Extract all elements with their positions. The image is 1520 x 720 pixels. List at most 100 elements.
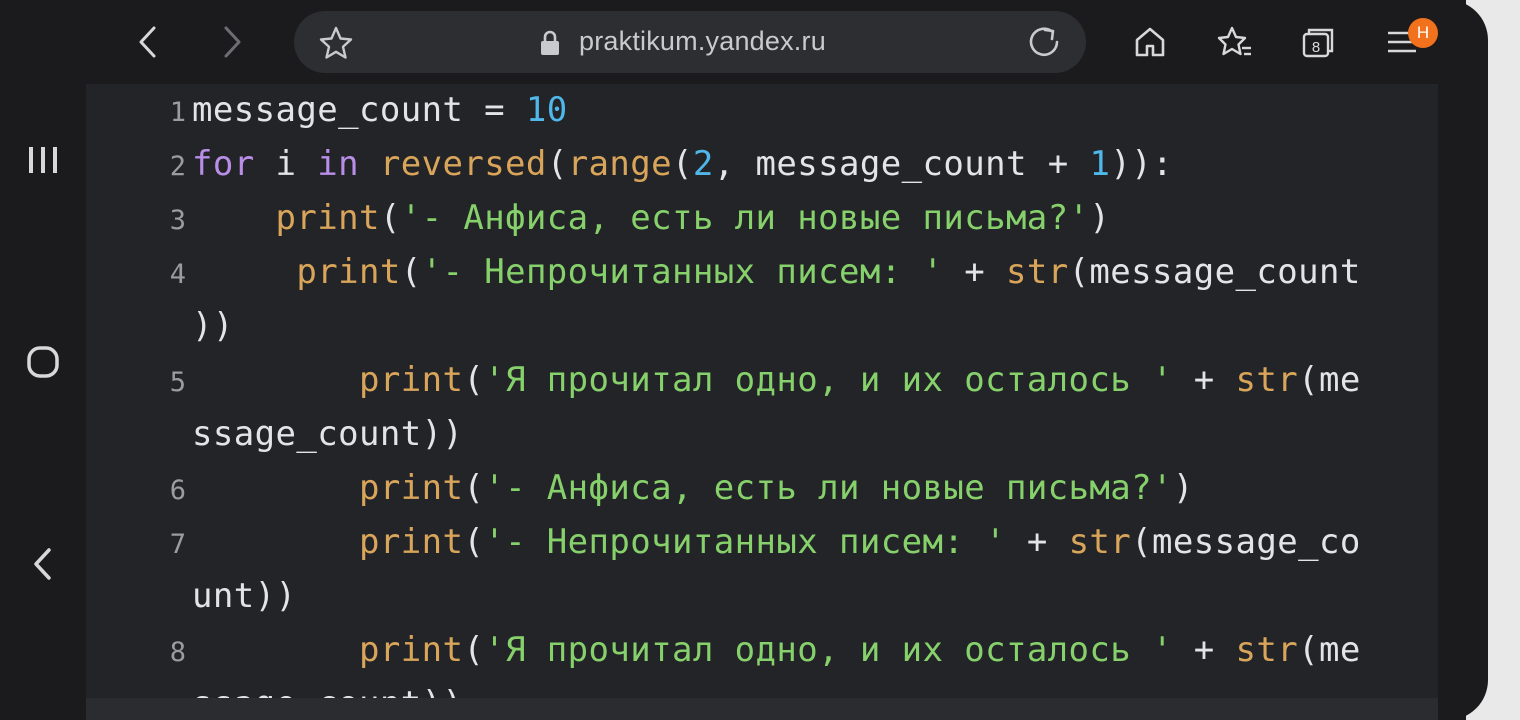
- code-token: +: [943, 252, 1006, 292]
- screen-corner: [1438, 0, 1488, 720]
- forward-button[interactable]: [212, 22, 252, 62]
- code-token: (: [463, 630, 485, 670]
- tabs-count: 8: [1312, 39, 1320, 56]
- code-token: (: [546, 144, 568, 184]
- chevron-left-icon: [139, 26, 156, 58]
- code-token: for: [192, 144, 255, 184]
- code-token: print: [358, 522, 464, 562]
- code-token: '- Анфиса, есть ли новые письма?': [400, 198, 1090, 238]
- code-token: )):: [1110, 144, 1173, 184]
- line-number: 2: [169, 151, 186, 182]
- code-token: '- Непрочитанных писем: ': [484, 522, 1006, 562]
- code-token: ssage_count)): [192, 414, 464, 454]
- code-token: (message_count: [1068, 252, 1361, 292]
- code-token: +: [1172, 360, 1236, 400]
- line-number: 4: [169, 259, 186, 290]
- code-token: ): [1172, 468, 1194, 508]
- recents-button[interactable]: [0, 140, 86, 180]
- home-circle-icon: [27, 346, 59, 378]
- code-token: 'Я прочитал одно, и их осталось ': [484, 630, 1173, 670]
- reload-icon: [1029, 27, 1059, 57]
- code-token: reversed: [379, 144, 547, 184]
- code-token: (: [400, 252, 422, 292]
- home-icon: [1135, 27, 1165, 57]
- code-token: print: [358, 468, 464, 508]
- browser-toolbar: praktikum.yandex.ru 8 Н: [86, 0, 1466, 84]
- editor-bottom-bar: [86, 698, 1438, 720]
- system-navigation-bar: [0, 0, 86, 720]
- code-line: for i in reversed(range(2, message_count…: [192, 144, 1173, 184]
- code-token: 10: [525, 90, 568, 130]
- code-token: (message_co: [1131, 522, 1361, 562]
- code-token: , message_count +: [713, 144, 1090, 184]
- code-line: print('- Непрочитанных писем: ' + str(me…: [192, 522, 1361, 562]
- url-text[interactable]: praktikum.yandex.ru: [579, 26, 826, 57]
- code-token: (: [672, 144, 693, 184]
- code-line: message_count = 10: [192, 90, 568, 130]
- code-token: (: [463, 522, 485, 562]
- code-token: 'Я прочитал одно, и их осталось ': [484, 360, 1173, 400]
- profile-badge[interactable]: Н: [1408, 18, 1438, 48]
- code-token: in: [317, 144, 359, 184]
- code-token: print: [296, 252, 401, 292]
- code-token: str: [1068, 522, 1132, 562]
- home-button[interactable]: [1130, 22, 1170, 62]
- code-token: (: [463, 468, 485, 508]
- code-token: +: [1005, 522, 1069, 562]
- code-line: print('Я прочитал одно, и их осталось ' …: [192, 630, 1361, 670]
- code-token: (me: [1298, 630, 1361, 670]
- back-arrow-icon: [34, 548, 51, 580]
- code-token: print: [358, 630, 464, 670]
- line-number: 7: [169, 529, 186, 560]
- code-token: +: [1172, 630, 1236, 670]
- code-token: str: [1005, 252, 1069, 292]
- code-line: print('Я прочитал одно, и их осталось ' …: [192, 360, 1361, 400]
- code-line: ssage_count)): [192, 414, 463, 454]
- reload-button[interactable]: [1026, 24, 1062, 60]
- line-number: 8: [169, 637, 186, 668]
- code-line: unt)): [192, 576, 296, 616]
- star-list-icon: [1217, 26, 1251, 56]
- bookmark-star-button[interactable]: [318, 25, 354, 61]
- code-token: i: [254, 144, 318, 184]
- code-line: print('- Анфиса, есть ли новые письма?'): [192, 198, 1110, 238]
- code-token: (: [463, 360, 485, 400]
- code-token: 1: [1089, 144, 1111, 184]
- code-token: ): [1089, 198, 1111, 238]
- line-number: 6: [169, 475, 186, 506]
- tabs-button[interactable]: 8: [1298, 22, 1338, 62]
- address-bar[interactable]: praktikum.yandex.ru: [294, 11, 1086, 73]
- code-token: print: [275, 198, 380, 238]
- recents-icon: [29, 147, 57, 173]
- code-token: unt)): [192, 576, 297, 616]
- code-token: str: [1235, 360, 1299, 400]
- code-editor[interactable]: 1 message_count = 10 2 for i in reversed(ra…: [86, 84, 1438, 720]
- lock-icon: [539, 30, 561, 56]
- home-system-button[interactable]: [0, 342, 86, 382]
- code-token: str: [1235, 630, 1299, 670]
- code-token: '- Непрочитанных писем: ': [421, 252, 944, 292]
- code-token: print: [358, 360, 464, 400]
- back-button[interactable]: [128, 22, 168, 62]
- favorites-button[interactable]: [1215, 22, 1255, 62]
- code-token: message_count =: [192, 90, 526, 130]
- code-token: 2: [692, 144, 714, 184]
- code-token: )): [192, 306, 234, 346]
- line-number: 5: [169, 367, 186, 398]
- code-token: '- Анфиса, есть ли новые письма?': [484, 468, 1173, 508]
- code-line: print('- Анфиса, есть ли новые письма?'): [192, 468, 1194, 508]
- system-back-button[interactable]: [0, 544, 86, 584]
- star-icon: [319, 26, 353, 59]
- code-line: print('- Непрочитанных писем: ' + str(me…: [192, 252, 1361, 292]
- tabs-icon: 8: [1302, 28, 1334, 58]
- line-number: 1: [169, 97, 186, 128]
- code-token: range: [567, 144, 673, 184]
- code-line: )): [192, 306, 234, 346]
